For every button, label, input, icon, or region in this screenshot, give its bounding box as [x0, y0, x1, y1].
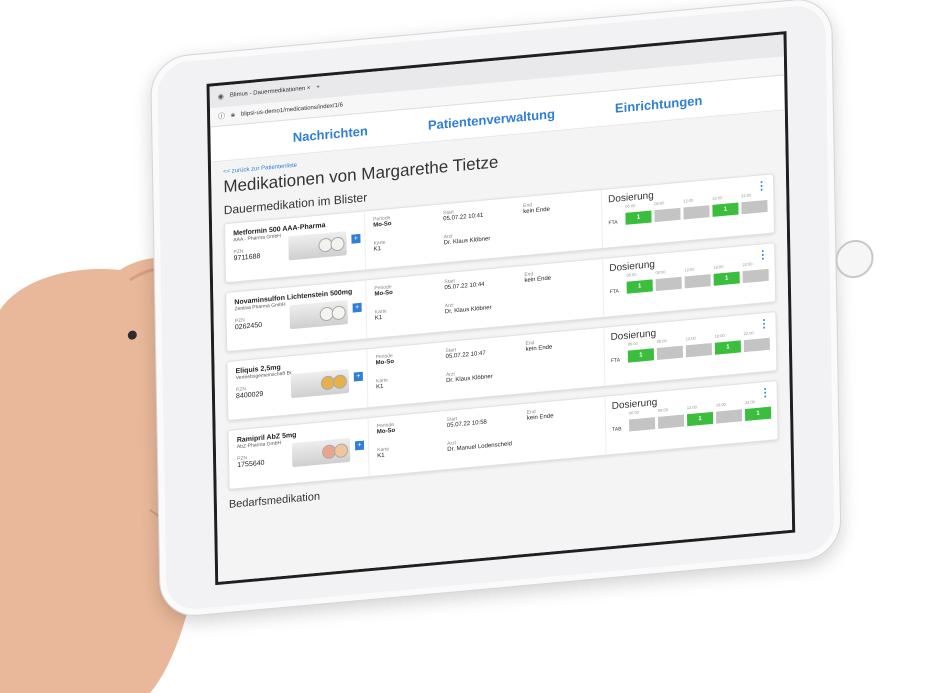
dose-slot	[685, 342, 712, 358]
medication-details: Periode Mo-So Start 05.07.22 10:47 End kein…	[367, 328, 604, 407]
dose-slot	[683, 205, 710, 220]
medication-package-image	[289, 300, 348, 330]
medication-info: Ramipril AbZ 5mg AbZ-Pharma GmbH PZN 175…	[228, 418, 370, 489]
time-label: 06:00	[626, 271, 637, 278]
more-options-icon[interactable]: ⋮	[760, 387, 771, 400]
time-label: 12:00	[686, 404, 697, 411]
tablet-device: ◉ Blimus - Dauermedikationen × + ⓘ 🔒︎ bl…	[127, 0, 874, 620]
dose-slot	[628, 417, 656, 432]
dose-slot	[743, 337, 770, 353]
medication-info: Metformin 500 AAA-Pharma AAA - Pharma Gm…	[225, 211, 366, 283]
lock-icon: 🔒︎	[231, 111, 235, 119]
pill-image	[334, 443, 349, 459]
pill-image	[332, 374, 348, 390]
dose-slot	[741, 199, 768, 215]
dose-slot	[684, 274, 711, 289]
karte-value: K1	[374, 314, 383, 322]
medication-details: Periode Mo-So Start 05.07.22 10:58 End kein…	[369, 397, 606, 476]
pill-image	[331, 305, 346, 321]
dose-slot: 1	[626, 279, 653, 294]
karte-value: K1	[377, 452, 385, 460]
dose-slot: 1	[627, 348, 654, 363]
dose-slot	[654, 207, 681, 223]
time-label: 18:00	[714, 332, 725, 339]
dose-slot	[655, 276, 682, 292]
time-label: 08:00	[657, 406, 668, 413]
dosage-panel: Dosierung 06:00 08:00 12:00 18:00 22:00 FTA 1…	[602, 243, 776, 317]
info-icon: ⓘ	[218, 113, 226, 121]
end-value: kein Ende	[526, 413, 554, 422]
more-options-icon[interactable]: ⋮	[757, 249, 768, 262]
dose-slot	[657, 414, 685, 429]
time-label: 08:00	[655, 269, 666, 276]
time-label: 18:00	[713, 263, 724, 270]
time-label: 12:00	[684, 266, 695, 273]
nav-patientenverwaltung[interactable]: Patientenverwaltung	[428, 106, 555, 133]
medication-info: Novaminsulfon Lichtenstein 500mg Zentiva…	[226, 280, 368, 352]
dose-slot: 1	[713, 271, 740, 286]
medication-package-image	[291, 437, 351, 468]
dose-slot: 1	[686, 411, 714, 427]
end-value: kein Ende	[524, 275, 552, 285]
dosage-panel: Dosierung 06:00 08:00 12:00 18:00 22:00 FTA 1…	[600, 174, 774, 248]
dose-slot	[715, 409, 743, 424]
dose-slot: 1	[744, 406, 772, 421]
dosage-panel: Dosierung 06:00 08:00 12:00 18:00 22:00 FTA 1…	[603, 312, 777, 386]
time-label: 06:00	[627, 340, 638, 347]
browser-tab[interactable]: Blimus - Dauermedikationen ×	[230, 85, 311, 98]
url-text[interactable]: blipsi-us-demo1/medications/index/1/6	[241, 102, 343, 117]
periode-value: Mo-So	[373, 221, 392, 229]
time-label: 06:00	[625, 202, 636, 209]
end-value: kein Ende	[525, 344, 553, 353]
dose-unit: FTA	[609, 288, 619, 296]
dose-slot	[656, 345, 683, 360]
medication-details: Periode Mo-So Start 05.07.22 10:41 End kein…	[365, 190, 602, 269]
medication-list: Metformin 500 AAA-Pharma AAA - Pharma Gm…	[223, 173, 779, 490]
time-label: 18:00	[715, 401, 726, 408]
dose-unit: TAB	[612, 426, 622, 434]
add-icon[interactable]: +	[351, 233, 361, 244]
more-options-icon[interactable]: ⋮	[758, 318, 769, 331]
dosage-panel: Dosierung 06:00 08:00 12:00 18:00 22:00 TAB 1…	[604, 381, 778, 455]
dose-slot	[742, 268, 769, 284]
pill-image	[330, 236, 345, 252]
add-icon[interactable]: +	[352, 302, 362, 313]
dose-slot: 1	[712, 202, 739, 217]
medication-info: Eliquis 2,5mg Vertriebsgemeinschaft Br. …	[227, 349, 369, 420]
add-icon[interactable]: +	[353, 371, 363, 382]
nav-nachrichten[interactable]: Nachrichten	[293, 123, 368, 145]
periode-value: Mo-So	[374, 289, 393, 298]
periode-value: Mo-So	[376, 427, 396, 436]
medication-package-image	[290, 368, 350, 399]
new-tab-button[interactable]: +	[316, 85, 320, 91]
tab-favicon-icon: ◉	[217, 93, 224, 101]
screen: ◉ Blimus - Dauermedikationen × + ⓘ 🔒︎ bl…	[206, 31, 796, 586]
time-label: 12:00	[683, 197, 694, 204]
nav-einrichtungen[interactable]: Einrichtungen	[615, 92, 703, 115]
periode-value: Mo-So	[375, 358, 395, 367]
medication-details: Periode Mo-So Start 05.07.22 10:44 End kein…	[366, 259, 603, 338]
dose-slot: 1	[625, 210, 652, 225]
page-content: << zurück zur Patientenliste Medikatione…	[210, 110, 794, 586]
more-options-icon[interactable]: ⋮	[756, 180, 767, 193]
time-label: 12:00	[685, 335, 696, 342]
dose-unit: FTA	[610, 357, 621, 365]
dose-unit: FTA	[608, 219, 618, 227]
karte-value: K1	[376, 383, 384, 391]
dose-slot: 1	[714, 340, 741, 355]
time-label: 18:00	[712, 195, 723, 201]
time-label: 08:00	[656, 338, 667, 344]
karte-value: K1	[373, 246, 382, 253]
medication-package-image	[288, 231, 347, 261]
end-value: kein Ende	[523, 206, 550, 216]
home-button[interactable]	[835, 238, 874, 280]
time-label: 08:00	[654, 200, 665, 207]
time-label: 06:00	[628, 409, 639, 416]
add-icon[interactable]: +	[354, 440, 365, 451]
